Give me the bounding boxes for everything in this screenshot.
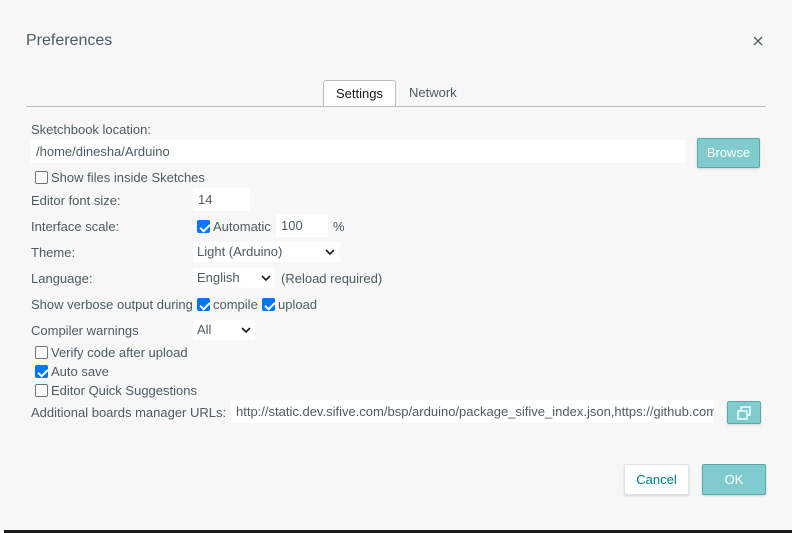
compile-label: compile — [213, 297, 258, 312]
language-select-value: English — [197, 270, 240, 285]
chevron-down-icon — [261, 275, 271, 282]
boards-url-label: Additional boards manager URLs: — [31, 405, 227, 420]
language-select[interactable]: English — [193, 268, 275, 288]
scale-input[interactable]: 100 — [276, 214, 328, 237]
autosave-checkbox[interactable] — [35, 365, 48, 378]
reload-note: (Reload required) — [281, 271, 383, 286]
ok-button[interactable]: OK — [702, 464, 766, 495]
interface-scale-label: Interface scale: — [31, 219, 120, 234]
quick-suggestions-label: Editor Quick Suggestions — [51, 383, 197, 398]
verify-label: Verify code after upload — [51, 345, 188, 360]
sketchbook-input[interactable]: /home/dinesha/Arduino — [31, 140, 685, 163]
open-window-icon — [737, 406, 751, 420]
font-size-label: Editor font size: — [31, 193, 121, 208]
tab-network[interactable]: Network — [397, 80, 469, 107]
verbose-label: Show verbose output during — [31, 297, 193, 312]
automatic-label: Automatic — [213, 219, 271, 234]
compiler-warnings-value: All — [197, 322, 212, 337]
compile-checkbox[interactable] — [197, 298, 210, 311]
show-files-checkbox[interactable] — [35, 171, 48, 184]
chevron-down-icon — [241, 327, 251, 334]
quick-suggestions-checkbox[interactable] — [35, 384, 48, 397]
sketchbook-label: Sketchbook location: — [31, 122, 151, 137]
scale-unit: % — [333, 219, 345, 234]
font-size-input[interactable]: 14 — [193, 188, 250, 211]
upload-checkbox[interactable] — [262, 298, 275, 311]
show-files-label: Show files inside Sketches — [51, 170, 205, 185]
verify-checkbox[interactable] — [35, 346, 48, 359]
theme-select[interactable]: Light (Arduino) — [193, 242, 339, 262]
cancel-button[interactable]: Cancel — [624, 464, 689, 495]
boards-url-input[interactable]: http://static.dev.sifive.com/bsp/arduino… — [231, 400, 714, 423]
autosave-label: Auto save — [51, 364, 109, 379]
settings-panel: Sketchbook location: /home/dinesha/Ardui… — [26, 107, 766, 437]
close-icon[interactable] — [750, 33, 766, 49]
boards-url-edit-button[interactable] — [727, 401, 761, 424]
tab-settings[interactable]: Settings — [323, 80, 396, 107]
upload-label: upload — [278, 297, 318, 312]
dialog-title: Preferences — [26, 32, 113, 49]
preferences-dialog: Preferences Settings Network Sketchbook … — [0, 0, 792, 530]
compiler-warnings-select[interactable]: All — [193, 320, 255, 340]
language-label: Language: — [31, 271, 93, 286]
compiler-warnings-label: Compiler warnings — [31, 323, 139, 338]
chevron-down-icon — [325, 249, 335, 256]
theme-select-value: Light (Arduino) — [197, 244, 283, 259]
automatic-checkbox[interactable] — [197, 220, 210, 233]
browse-button[interactable]: Browse — [697, 138, 760, 168]
theme-label: Theme: — [31, 245, 76, 260]
